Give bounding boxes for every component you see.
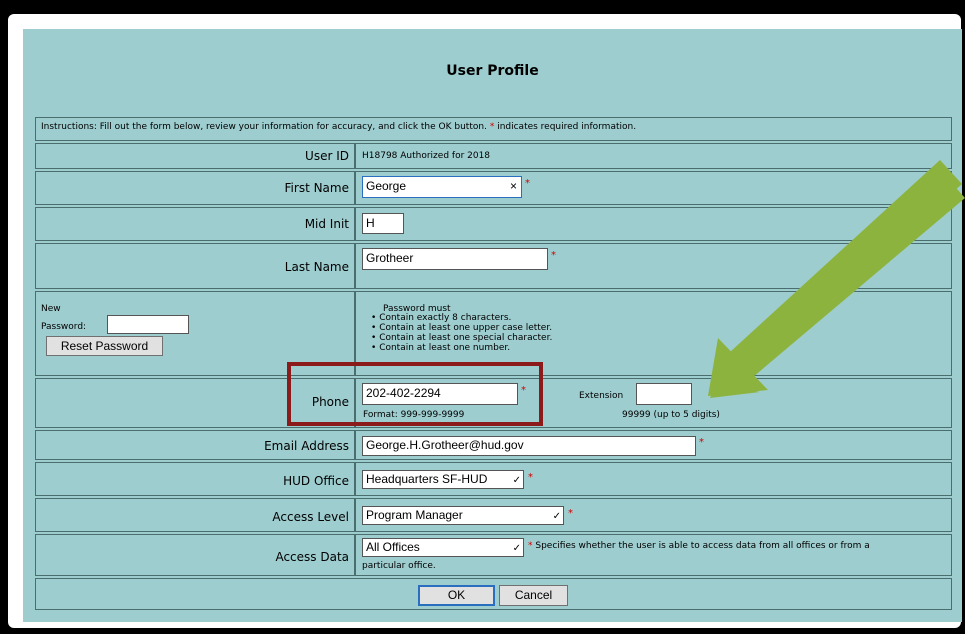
required-marker: *	[489, 122, 495, 132]
access-level-value: Program Manager	[366, 508, 463, 522]
chevron-down-icon: ✓	[512, 475, 521, 486]
user-id-value: H18798 Authorized for 2018	[362, 151, 491, 161]
new-password-label: New	[41, 304, 61, 314]
instructions-text: Instructions: Fill out the form below, r…	[41, 122, 636, 132]
password-rules-list: • Contain exactly 8 characters. • Contai…	[371, 313, 552, 353]
extension-format-hint: 99999 (up to 5 digits)	[622, 410, 720, 420]
access-level-select[interactable]: Program Manager ✓	[362, 506, 564, 525]
password-rule: • Contain at least one special character…	[371, 333, 553, 343]
access-data-required-marker: *	[528, 541, 533, 551]
hud-office-value: Headquarters SF-HUD	[366, 472, 488, 486]
first-name-value: George	[366, 179, 407, 193]
new-password-input[interactable]	[107, 315, 189, 334]
access-level-label: Access Level	[272, 510, 349, 524]
access-data-note: * Specifies whether the user is able to …	[528, 541, 870, 551]
screenshot-frame: User Profile Instructions: Fill out the …	[0, 0, 965, 634]
reset-password-button[interactable]: Reset Password	[46, 336, 163, 356]
instructions-main: Instructions: Fill out the form below, r…	[41, 122, 487, 132]
access-data-select[interactable]: All Offices ✓	[362, 538, 524, 557]
chevron-down-icon: ✓	[552, 511, 561, 522]
email-required-marker: *	[699, 437, 704, 448]
password-label: Password:	[41, 322, 87, 332]
hud-office-required-marker: *	[528, 472, 533, 483]
access-level-required-marker: *	[568, 508, 573, 519]
first-name-label: First Name	[284, 181, 349, 195]
user-id-label: User ID	[305, 149, 349, 163]
annotation-arrow-icon	[708, 160, 965, 398]
password-rule: • Contain exactly 8 characters.	[371, 313, 512, 323]
access-data-label: Access Data	[275, 550, 349, 564]
cancel-button[interactable]: Cancel	[499, 585, 568, 606]
last-name-label: Last Name	[284, 260, 349, 274]
first-name-input[interactable]: George ×	[362, 176, 522, 198]
access-data-value: All Offices	[366, 540, 420, 554]
email-label: Email Address	[264, 439, 349, 453]
password-rule: • Contain at least one number.	[371, 343, 511, 353]
page-title: User Profile	[446, 63, 539, 79]
phone-highlight-box	[287, 362, 543, 426]
ok-button[interactable]: OK	[418, 585, 495, 606]
chevron-down-icon: ✓	[512, 543, 521, 554]
password-rule: • Contain at least one upper case letter…	[371, 323, 553, 333]
hud-office-label: HUD Office	[283, 474, 349, 488]
extension-label: Extension	[579, 391, 624, 401]
first-name-required-marker: *	[525, 178, 530, 189]
email-input[interactable]: George.H.Grotheer@hud.gov	[362, 436, 696, 456]
last-name-input[interactable]: Grotheer	[362, 248, 548, 270]
last-name-required-marker: *	[551, 250, 556, 261]
mid-init-label: Mid Init	[304, 217, 349, 231]
hud-office-select[interactable]: Headquarters SF-HUD ✓	[362, 470, 524, 489]
clear-icon[interactable]: ×	[510, 178, 517, 195]
access-data-note-line2: particular office.	[362, 561, 436, 571]
extension-input[interactable]	[636, 383, 692, 405]
mid-init-input[interactable]: H	[362, 213, 404, 234]
instructions-suffix: indicates required information.	[497, 122, 637, 132]
